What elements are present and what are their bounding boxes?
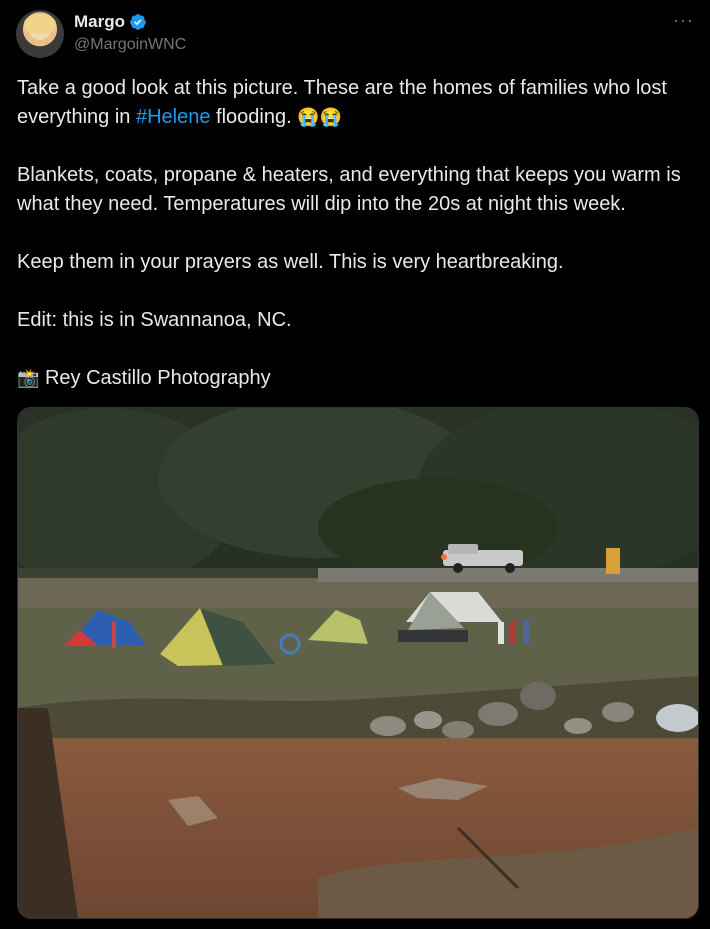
tweet-photo[interactable] [17, 407, 699, 919]
crying-emoji-icon: 😭😭 [297, 107, 343, 127]
tweet-paragraph-5: 📸 Rey Castillo Photography [17, 364, 697, 393]
hashtag-link[interactable]: #Helene [136, 106, 211, 128]
verified-badge-icon [130, 14, 146, 30]
author-name-row: Margo [74, 12, 147, 32]
more-horizontal-icon[interactable]: ··· [673, 10, 694, 31]
tweet-header: Margo @MargoinWNC ··· [16, 10, 694, 62]
photo-credit: Rey Castillo Photography [39, 367, 271, 389]
camera-flash-emoji-icon: 📸 [17, 368, 40, 388]
tweet-paragraph-3: Keep them in your prayers as well. This … [17, 251, 564, 273]
avatar[interactable] [16, 10, 64, 58]
tweet-text: Take a good look at this picture. These … [17, 74, 697, 422]
tweet-paragraph-4: Edit: this is in Swannanoa, NC. [17, 309, 292, 331]
tweet-paragraph-2: Blankets, coats, propane & heaters, and … [17, 164, 681, 215]
author-name[interactable]: Margo [74, 12, 125, 32]
flood-camp-photo [18, 408, 698, 918]
author-handle[interactable]: @MargoinWNC [74, 36, 186, 54]
tweet-paragraph-1: Take a good look at this picture. These … [17, 74, 697, 132]
tweet-text-1b: flooding. [210, 106, 298, 128]
